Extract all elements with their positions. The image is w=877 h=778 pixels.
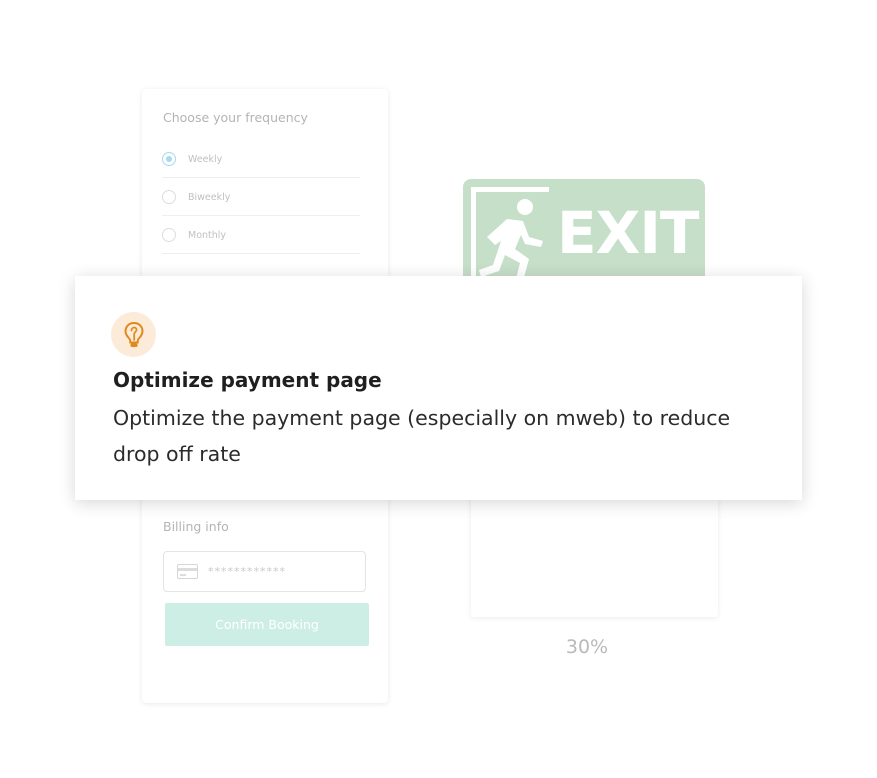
illustration-stage: Choose your frequency Weekly Biweekly Mo…: [0, 0, 877, 778]
card-number-input[interactable]: ************: [163, 551, 366, 592]
exit-sign-text: EXIT: [557, 199, 699, 267]
frequency-option-label: Monthly: [188, 229, 227, 241]
billing-info-title: Billing info: [163, 519, 229, 534]
frequency-option-biweekly[interactable]: Biweekly: [162, 179, 360, 216]
credit-card-icon: [177, 564, 198, 579]
frequency-option-monthly[interactable]: Monthly: [162, 217, 360, 254]
lightbulb-icon: [123, 321, 144, 347]
running-man-icon: [479, 199, 543, 281]
radio-unchecked-icon[interactable]: [162, 228, 176, 242]
radio-checked-icon[interactable]: [162, 152, 176, 166]
confirm-booking-button[interactable]: Confirm Booking: [165, 603, 369, 646]
frequency-title: Choose your frequency: [163, 110, 308, 125]
stat-percent: 30%: [565, 636, 609, 658]
frequency-option-weekly[interactable]: Weekly: [162, 141, 360, 178]
card-number-mask: ************: [208, 565, 286, 578]
insight-description: Optimize the payment page (especially on…: [113, 406, 731, 466]
radio-unchecked-icon[interactable]: [162, 190, 176, 204]
frequency-option-label: Biweekly: [188, 191, 231, 203]
insight-title: Optimize payment page: [113, 368, 382, 392]
frequency-option-label: Weekly: [188, 153, 223, 165]
insight-icon-badge: [111, 312, 156, 357]
insight-card: Optimize payment page Optimize the payme…: [75, 276, 802, 500]
